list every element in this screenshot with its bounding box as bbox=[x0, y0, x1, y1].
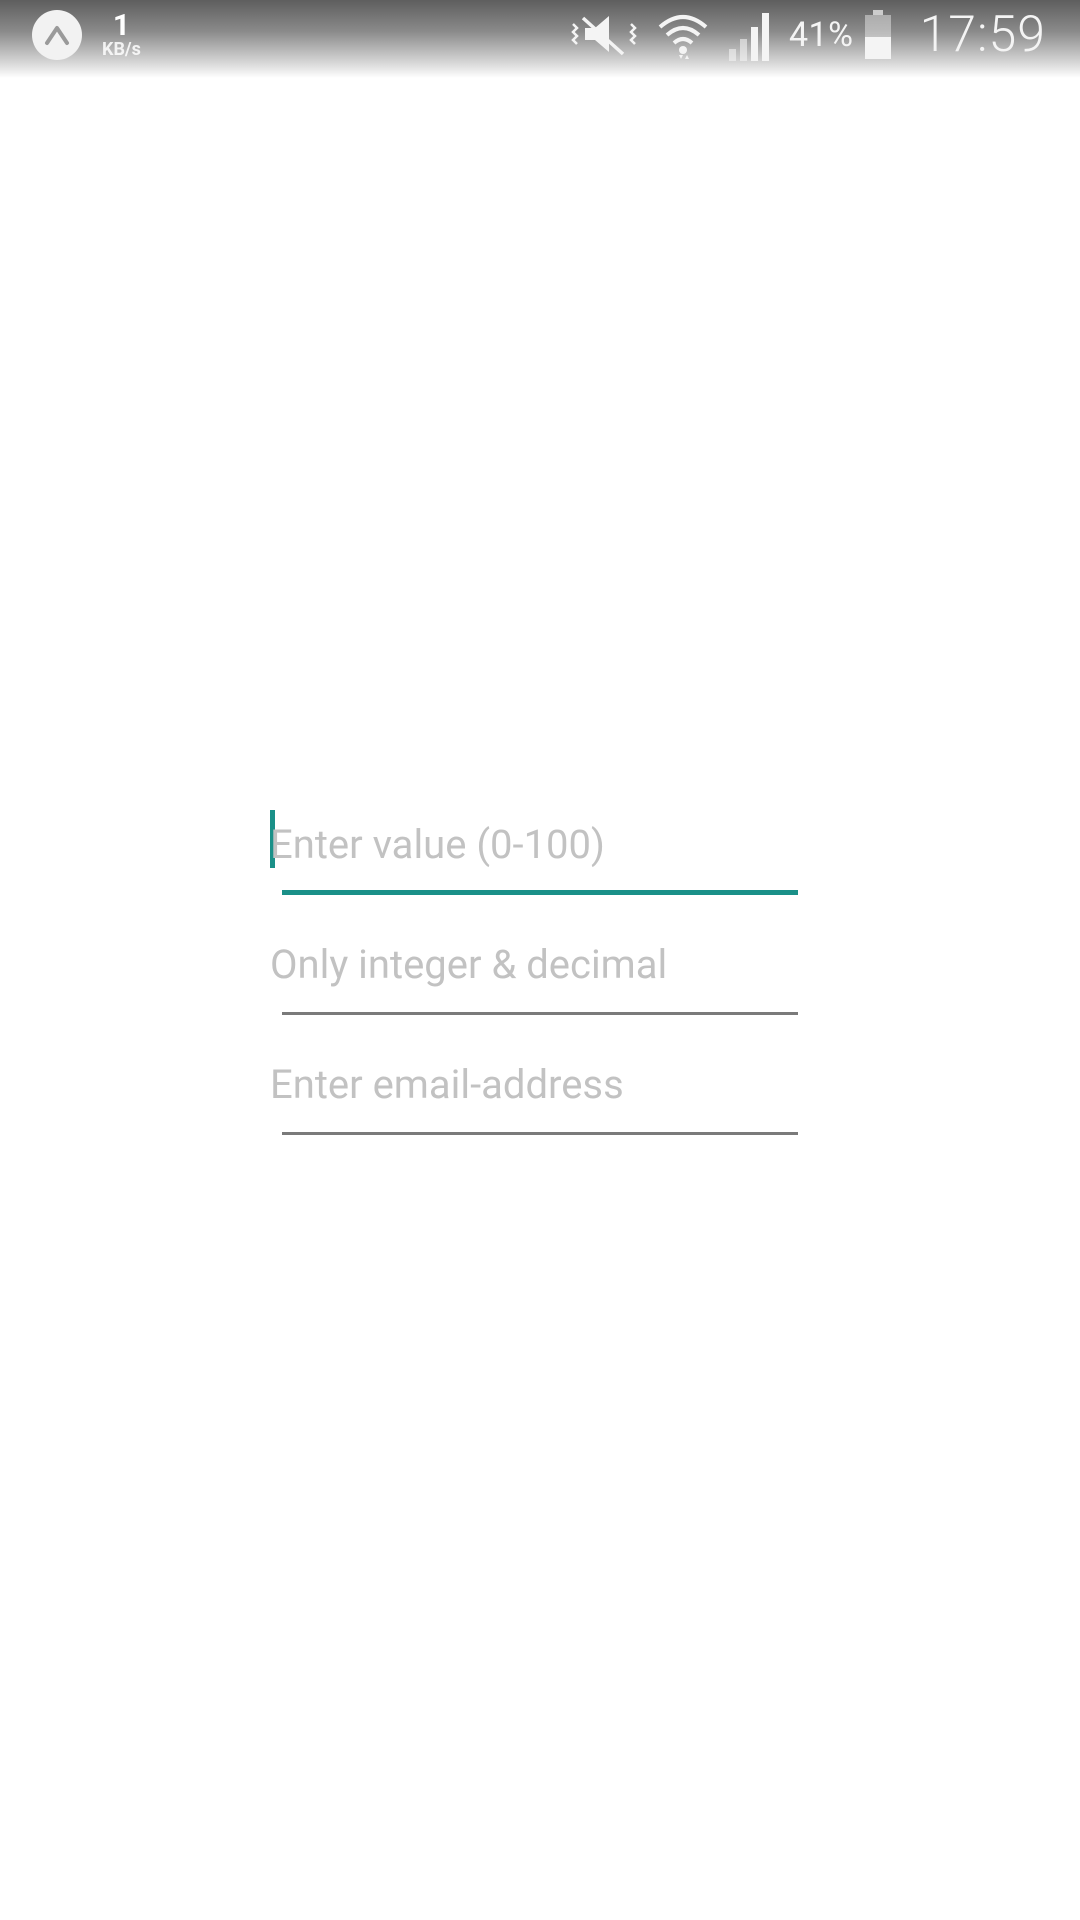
battery-percent: 41% bbox=[788, 15, 854, 55]
clock: 17:59 bbox=[919, 6, 1046, 64]
network-speed: 1 KB/s bbox=[102, 11, 141, 59]
network-speed-unit: KB/s bbox=[102, 39, 141, 60]
network-speed-value: 1 bbox=[112, 8, 131, 43]
input-form bbox=[270, 808, 800, 1168]
status-right: 41% 17:59 bbox=[551, 6, 1046, 64]
wifi-icon bbox=[657, 9, 709, 61]
status-bar: 1 KB/s 41% 17:59 bbox=[0, 0, 1080, 78]
status-left: 1 KB/s bbox=[32, 10, 141, 60]
email-input-underline bbox=[282, 1132, 798, 1135]
value-field bbox=[270, 808, 800, 928]
value-input[interactable] bbox=[270, 808, 800, 880]
value-input-underline bbox=[282, 890, 798, 895]
battery-icon bbox=[864, 10, 892, 60]
signal-icon bbox=[727, 9, 775, 61]
vibrate-icon bbox=[569, 10, 639, 60]
app-badge-icon bbox=[32, 10, 82, 60]
number-field bbox=[270, 928, 800, 1048]
email-field bbox=[270, 1048, 800, 1168]
number-input-underline bbox=[282, 1012, 798, 1015]
email-input[interactable] bbox=[270, 1048, 800, 1120]
number-input[interactable] bbox=[270, 928, 800, 1000]
